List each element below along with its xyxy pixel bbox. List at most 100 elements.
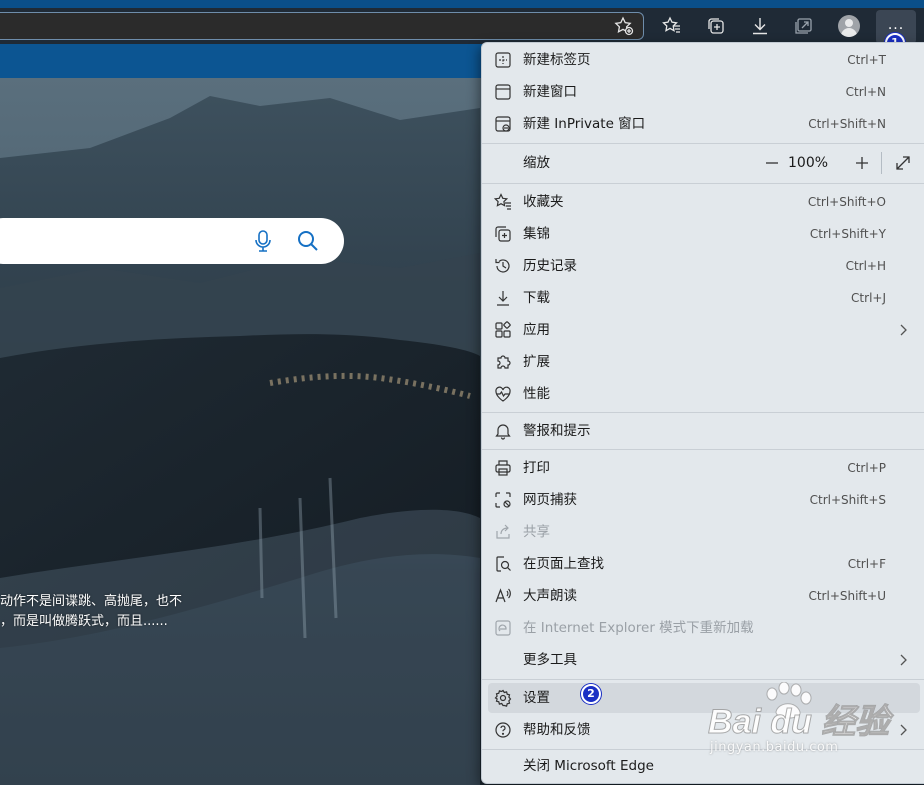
menu-item-share: 共享 xyxy=(488,517,920,547)
menu-item-shortcut: Ctrl+Shift+O xyxy=(807,195,886,209)
menu-item-alerts-and-tips[interactable]: 警报和提示 xyxy=(488,416,920,446)
history-icon xyxy=(494,257,512,275)
menu-item-print[interactable]: 打印 Ctrl+P xyxy=(488,453,920,483)
menu-item-shortcut: Ctrl+Shift+N xyxy=(808,117,886,131)
menu-item-label: 在页面上查找 xyxy=(523,556,604,572)
fullscreen-icon[interactable] xyxy=(894,154,912,172)
add-favorite-icon[interactable] xyxy=(612,14,636,38)
collections-icon xyxy=(494,225,512,243)
print-icon xyxy=(494,459,512,477)
image-caption-line-1[interactable]: 动作不是间谍跳、高抛尾，也不 xyxy=(0,592,182,612)
help-icon xyxy=(494,721,512,739)
menu-item-new-tab[interactable]: 新建标签页 Ctrl+T xyxy=(488,45,920,75)
menu-item-downloads[interactable]: 下载 Ctrl+J xyxy=(488,283,920,313)
menu-item-label: 集锦 xyxy=(523,226,550,242)
menu-item-shortcut: Ctrl+Shift+U xyxy=(808,589,886,603)
favorites-icon[interactable] xyxy=(660,14,684,38)
menu-item-shortcut: Ctrl+J xyxy=(851,291,886,305)
menu-separator xyxy=(482,449,924,450)
menu-item-new-window[interactable]: 新建窗口 Ctrl+N xyxy=(488,77,920,107)
read-aloud-icon xyxy=(494,587,512,605)
menu-item-label: 下载 xyxy=(523,290,550,306)
share-icon xyxy=(494,523,512,541)
menu-item-label: 缩放 xyxy=(523,155,550,171)
apps-icon xyxy=(494,321,512,339)
menu-item-label: 应用 xyxy=(523,322,550,338)
menu-item-label: 更多工具 xyxy=(523,652,577,668)
menu-item-shortcut: Ctrl+N xyxy=(845,85,886,99)
new-tab-icon xyxy=(494,51,512,69)
menu-item-read-aloud[interactable]: 大声朗读 Ctrl+Shift+U xyxy=(488,581,920,611)
menu-item-favorites[interactable]: 收藏夹 Ctrl+Shift+O xyxy=(488,187,920,217)
chevron-right-icon xyxy=(900,324,907,336)
menu-separator xyxy=(482,412,924,413)
address-bar[interactable] xyxy=(0,12,644,40)
menu-item-extensions[interactable]: 扩展 xyxy=(488,347,920,377)
menu-item-label: 共享 xyxy=(523,524,550,540)
menu-item-history[interactable]: 历史记录 Ctrl+H xyxy=(488,251,920,281)
menu-item-label: 帮助和反馈 xyxy=(523,722,591,738)
menu-separator xyxy=(482,679,924,680)
menu-separator xyxy=(482,183,924,184)
menu-item-label: 历史记录 xyxy=(523,258,577,274)
bell-icon xyxy=(494,422,512,440)
profile-avatar[interactable] xyxy=(838,15,860,37)
new-window-icon xyxy=(494,83,512,101)
menu-item-shortcut: Ctrl+P xyxy=(847,461,886,475)
baidu-jingyan-watermark: Bai du 经验 jingyan.baidu.com xyxy=(707,682,908,774)
menu-item-label: 新建 InPrivate 窗口 xyxy=(523,116,646,132)
menu-item-shortcut: Ctrl+F xyxy=(847,557,886,571)
zoom-level: 100% xyxy=(788,155,829,171)
menu-item-label: 网页捕获 xyxy=(523,492,577,508)
download-icon[interactable] xyxy=(748,14,772,38)
menu-item-label: 收藏夹 xyxy=(523,194,564,210)
ie-mode-icon xyxy=(494,619,512,637)
zoom-out-button[interactable] xyxy=(764,155,780,171)
watermark-brand: Bai du 经验 xyxy=(707,703,890,742)
search-icon[interactable] xyxy=(296,229,320,253)
menu-item-label: 扩展 xyxy=(523,354,550,370)
chevron-right-icon xyxy=(900,654,907,666)
microphone-icon[interactable] xyxy=(254,229,272,253)
search-box[interactable] xyxy=(0,218,344,264)
gear-icon xyxy=(494,689,512,707)
favorites-icon xyxy=(493,193,512,211)
menu-item-label: 设置 xyxy=(523,690,550,706)
inprivate-icon xyxy=(494,115,512,133)
zoom-divider xyxy=(881,152,882,174)
menu-separator xyxy=(482,143,924,144)
menu-item-shortcut: Ctrl+Shift+Y xyxy=(809,227,886,241)
menu-item-label: 警报和提示 xyxy=(523,423,591,439)
menu-item-label: 大声朗读 xyxy=(523,588,577,604)
menu-item-collections[interactable]: 集锦 Ctrl+Shift+Y xyxy=(488,219,920,249)
download-icon xyxy=(494,289,512,307)
menu-item-web-capture[interactable]: 网页捕获 Ctrl+Shift+S xyxy=(488,485,920,515)
performance-icon xyxy=(494,385,512,403)
menu-item-apps[interactable]: 应用 xyxy=(488,315,920,345)
step-badge-2: 2 xyxy=(581,684,601,704)
menu-item-label: 性能 xyxy=(523,386,550,402)
menu-item-performance[interactable]: 性能 xyxy=(488,379,920,409)
menu-item-label: 新建窗口 xyxy=(523,84,577,100)
settings-and-more-menu: 新建标签页 Ctrl+T 新建窗口 Ctrl+N 新建 InPrivate 窗口… xyxy=(481,42,924,784)
menu-item-label: 新建标签页 xyxy=(523,52,591,68)
menu-item-label: 在 Internet Explorer 模式下重新加载 xyxy=(523,620,754,636)
menu-item-shortcut: Ctrl+Shift+S xyxy=(809,493,886,507)
extensions-icon xyxy=(494,353,512,371)
menu-item-shortcut: Ctrl+T xyxy=(847,53,886,67)
menu-item-label: 关闭 Microsoft Edge xyxy=(523,758,654,774)
menu-item-more-tools[interactable]: 更多工具 xyxy=(488,645,920,675)
menu-item-label: 打印 xyxy=(523,460,550,476)
menu-item-zoom: 缩放 100% xyxy=(488,148,920,178)
zoom-in-button[interactable] xyxy=(854,155,870,171)
menu-item-reload-in-ie-mode: 在 Internet Explorer 模式下重新加载 xyxy=(488,613,920,643)
collections-icon[interactable] xyxy=(704,14,728,38)
menu-item-new-inprivate-window[interactable]: 新建 InPrivate 窗口 Ctrl+Shift+N xyxy=(488,109,920,139)
menu-item-find-on-page[interactable]: 在页面上查找 Ctrl+F xyxy=(488,549,920,579)
web-capture-icon xyxy=(494,491,512,509)
watermark-url: jingyan.baidu.com xyxy=(710,740,839,755)
browser-essentials-icon[interactable] xyxy=(792,14,816,38)
image-caption-line-2[interactable]: ，而是叫做腾跃式，而且...... xyxy=(0,612,168,632)
find-icon xyxy=(494,555,512,573)
menu-item-shortcut: Ctrl+H xyxy=(845,259,886,273)
